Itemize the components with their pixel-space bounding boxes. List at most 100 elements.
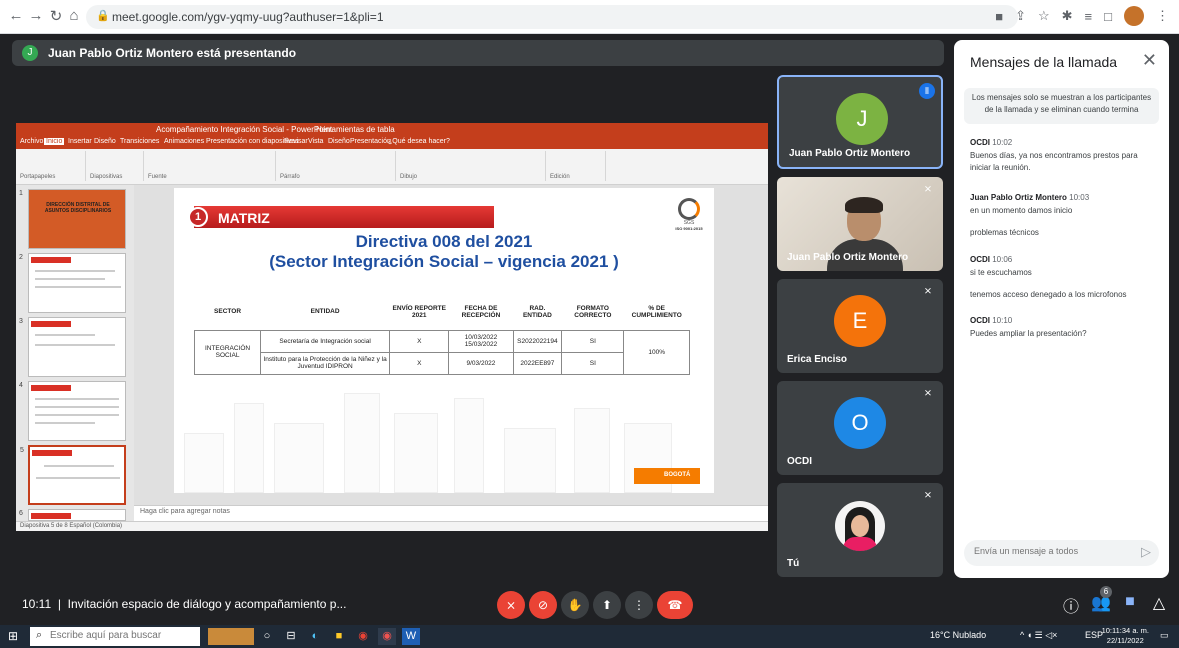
matrix-table[interactable]: SECTOR ENTIDAD ENVÍO REPORTE 2021 FECHA … — [193, 294, 690, 375]
sector-cell: INTEGRACIÓN SOCIAL — [193, 329, 262, 375]
ppt-tab[interactable]: Transiciones — [120, 138, 159, 145]
mic-off-icon[interactable]: ⨯ — [497, 591, 525, 619]
task-view-icon[interactable]: ○ — [258, 628, 276, 645]
share-icon[interactable]: ⇪ — [1015, 8, 1026, 24]
taskview-icon[interactable]: ⊟ — [282, 628, 300, 645]
taskbar-clock[interactable]: 10:11:34 a. m. 22/11/2022 — [1102, 626, 1149, 646]
news-widget-icon[interactable] — [208, 628, 254, 645]
participant-tile[interactable]: ⨯ Juan Pablo Ortiz Montero — [777, 177, 943, 271]
participant-count-badge: 6 — [1100, 586, 1112, 598]
table-header: ENTIDAD — [260, 294, 390, 331]
word-icon[interactable]: W — [402, 628, 420, 645]
tray-icons[interactable]: ^ ◖ ☰ ◁× — [1020, 630, 1057, 641]
notes-pane[interactable]: Haga clic para agregar notas — [134, 505, 768, 519]
language-indicator[interactable]: ESP — [1085, 630, 1103, 640]
raise-hand-icon[interactable]: ✋ — [561, 591, 589, 619]
sgs-logo: SGS ISO 9001:2015 — [674, 198, 704, 231]
send-icon[interactable]: ▷ — [1141, 544, 1151, 560]
slide-subtitle: (Sector Integración Social – vigencia 20… — [269, 252, 619, 271]
weather-info[interactable]: 16°C Nublado — [930, 630, 986, 640]
lock-icon: 🔒 — [96, 10, 110, 22]
chat-message: OCDI 10:10 Puedes ampliar la presentació… — [970, 316, 1087, 338]
chrome-active-icon[interactable]: ◉ — [378, 628, 396, 645]
table-cell: SI — [561, 351, 625, 375]
participant-avatar: E — [834, 295, 886, 347]
notifications-icon[interactable]: ▭ — [1160, 630, 1169, 641]
table-cell: X — [389, 351, 450, 375]
windows-start-icon[interactable]: ⊞ — [8, 629, 18, 643]
taskbar-search-input[interactable] — [50, 630, 195, 641]
slide-thumbnail[interactable]: 3 — [19, 317, 126, 377]
slide-thumbnail-selected[interactable]: 5 — [20, 445, 126, 505]
chat-input-box: ▷ — [964, 540, 1159, 566]
ppt-tab[interactable]: Diseño — [328, 138, 350, 145]
city-background — [174, 388, 714, 493]
url-text[interactable]: meet.google.com/ygv-yqmy-uug?authuser=1&… — [112, 10, 384, 24]
chat-input[interactable] — [974, 546, 1124, 556]
self-avatar — [835, 501, 885, 551]
ppt-window-title: Acompañamiento Integración Social - Powe… — [156, 125, 333, 134]
slide-title: Directiva 008 del 2021 — [355, 232, 533, 251]
info-icon[interactable]: ⓘ — [1060, 593, 1082, 617]
participant-tile[interactable]: E ⨯ Erica Enciso — [777, 279, 943, 373]
more-options-icon[interactable]: ⋮ — [625, 591, 653, 619]
ppt-tab[interactable]: Animaciones — [164, 138, 204, 145]
edge-icon[interactable]: ◐ — [306, 628, 324, 645]
ppt-titlebar: Acompañamiento Integración Social - Powe… — [16, 123, 768, 137]
ppt-tab[interactable]: Insertar — [68, 138, 92, 145]
slide[interactable]: 1 MATRIZ SGS ISO 9001:2015 Directiva 008… — [174, 188, 714, 493]
ppt-tab[interactable]: ¿Qué desea hacer? — [388, 138, 450, 145]
search-icon: ⌕ — [36, 629, 43, 641]
ppt-tab[interactable]: Inicio — [44, 138, 65, 145]
chrome-icon[interactable]: ◉ — [354, 628, 372, 645]
reload-icon[interactable]: ↻ — [46, 7, 66, 25]
chat-panel: Mensajes de la llamada ✕ Los mensajes so… — [954, 40, 1169, 578]
ppt-tab[interactable]: Archivo — [20, 138, 43, 145]
camera-off-icon[interactable]: ⊘ — [529, 591, 557, 619]
chat-icon[interactable]: ■ — [1119, 593, 1141, 611]
presenter-avatar: J — [22, 45, 38, 61]
profile-avatar[interactable] — [1124, 6, 1144, 26]
slide-thumbnail[interactable]: 2 — [19, 253, 126, 313]
ppt-ribbon-tabs: Archivo Inicio Insertar Diseño Transicio… — [16, 137, 768, 149]
reading-list-icon[interactable]: ≡ — [1085, 9, 1093, 24]
mic-off-icon: ⨯ — [923, 184, 933, 195]
taskbar-search: ⌕ — [30, 627, 200, 646]
table-header: RAD. ENTIDAD — [513, 294, 562, 331]
participant-tile[interactable]: J ⦀ Juan Pablo Ortiz Montero — [777, 75, 943, 169]
participant-name: Tú — [787, 558, 800, 569]
tab-icon[interactable]: □ — [1104, 9, 1112, 24]
participant-tile[interactable]: O ⨯ OCDI — [777, 381, 943, 475]
bookmark-star-icon[interactable]: ☆ — [1038, 8, 1050, 24]
present-icon[interactable]: ⬆ — [593, 591, 621, 619]
ppt-tab[interactable]: Diseño — [94, 138, 116, 145]
participant-name: Juan Pablo Ortiz Montero — [789, 148, 911, 159]
close-icon[interactable]: ✕ — [1142, 50, 1157, 71]
home-icon[interactable]: ⌂ — [64, 7, 84, 24]
chat-title: Mensajes de la llamada — [970, 54, 1118, 70]
end-call-icon[interactable]: ☎ — [657, 591, 693, 619]
slide-thumbnail[interactable]: 4 — [19, 381, 126, 441]
ppt-tab[interactable]: Vista — [308, 138, 323, 145]
participant-name: Erica Enciso — [787, 354, 848, 365]
table-header: % DE CUMPLIMIENTO — [623, 294, 690, 331]
file-explorer-icon[interactable]: ■ — [330, 628, 348, 645]
table-cell: S2022022194 — [512, 329, 563, 353]
activities-icon[interactable]: △ — [1148, 593, 1170, 613]
table-cell: 10/03/2022 15/03/2022 — [448, 329, 514, 353]
forward-icon[interactable]: → — [26, 7, 46, 24]
table-row: INTEGRACIÓN SOCIAL Secretaría de Integra… — [193, 329, 690, 375]
back-icon[interactable]: ← — [6, 7, 26, 24]
slide-thumbnail[interactable]: 6 — [19, 509, 126, 521]
self-tile[interactable]: ⨯ Tú — [777, 483, 943, 577]
extensions-icon[interactable]: ✱ — [1062, 8, 1073, 24]
ppt-tab[interactable]: Presentación — [350, 138, 391, 145]
address-bar[interactable]: 🔒 meet.google.com/ygv-yqmy-uug?authuser=… — [86, 5, 1018, 29]
slide-thumbnail[interactable]: 1 DIRECCIÓN DISTRITAL DE ASUNTOS DISCIPL… — [19, 189, 126, 249]
menu-icon[interactable]: ⋮ — [1156, 8, 1169, 24]
ppt-tab[interactable]: Revisar — [284, 138, 308, 145]
camera-icon[interactable]: ■ — [995, 9, 1003, 24]
slide-thumbnails: 1 DIRECCIÓN DISTRITAL DE ASUNTOS DISCIPL… — [16, 185, 134, 521]
ppt-statusbar: Diapositiva 5 de 8 Español (Colombia) — [16, 521, 768, 531]
presenter-banner: J Juan Pablo Ortiz Montero está presenta… — [12, 40, 944, 66]
